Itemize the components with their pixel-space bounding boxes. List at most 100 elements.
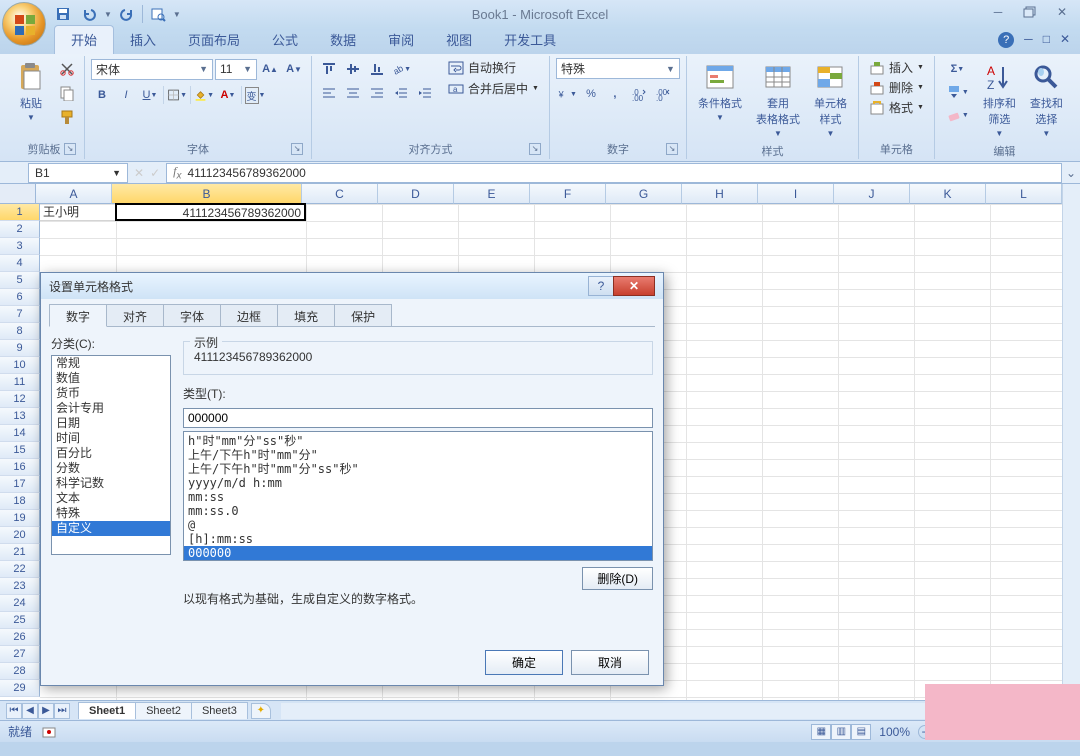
underline-button[interactable]: U▼ <box>139 84 161 106</box>
type-option[interactable]: 000000 <box>184 546 652 560</box>
align-bottom[interactable] <box>366 58 388 80</box>
percent-format[interactable]: % <box>580 83 602 105</box>
window-restore[interactable] <box>1018 3 1042 21</box>
row-header[interactable]: 19 <box>0 510 40 527</box>
row-header[interactable]: 11 <box>0 374 40 391</box>
category-item[interactable]: 常规 <box>52 356 170 371</box>
row-header[interactable]: 25 <box>0 612 40 629</box>
ribbon-tab-2[interactable]: 页面布局 <box>172 26 256 54</box>
format-painter-button[interactable] <box>56 106 78 128</box>
fill-color-button[interactable]: ▼ <box>193 84 215 106</box>
align-top[interactable] <box>318 58 340 80</box>
dialog-close[interactable]: ✕ <box>613 276 655 296</box>
doc-close[interactable]: ✕ <box>1060 32 1070 48</box>
qat-undo[interactable] <box>78 3 100 25</box>
format-cells[interactable]: 格式▼ <box>865 98 928 117</box>
row-header[interactable]: 27 <box>0 646 40 663</box>
row-header[interactable]: 14 <box>0 425 40 442</box>
type-option[interactable]: [h]:mm:ss <box>184 532 652 546</box>
column-header[interactable]: G <box>606 184 682 204</box>
column-header[interactable]: F <box>530 184 606 204</box>
ribbon-tab-3[interactable]: 公式 <box>256 26 314 54</box>
qat-save[interactable] <box>52 3 74 25</box>
delete-format-button[interactable]: 删除(D) <box>582 567 653 590</box>
qat-print-preview[interactable] <box>147 3 169 25</box>
doc-minimize[interactable]: ─ <box>1024 32 1033 48</box>
align-center[interactable] <box>342 82 364 104</box>
autosum[interactable]: Σ▼ <box>941 58 974 80</box>
font-color-button[interactable]: A▼ <box>217 84 239 106</box>
type-option[interactable]: h"时"mm"分"ss"秒" <box>184 434 652 448</box>
insert-cells[interactable]: 插入▼ <box>865 58 928 77</box>
row-header[interactable]: 22 <box>0 561 40 578</box>
column-header[interactable]: J <box>834 184 910 204</box>
formula-expand[interactable]: ⌄ <box>1062 166 1080 180</box>
view-page-break[interactable]: ▤ <box>851 724 871 740</box>
category-item[interactable]: 百分比 <box>52 446 170 461</box>
row-header[interactable]: 4 <box>0 255 40 272</box>
row-header[interactable]: 15 <box>0 442 40 459</box>
sheet-nav-first[interactable]: ⏮ <box>6 703 22 719</box>
doc-restore[interactable]: □ <box>1043 32 1050 48</box>
cancel-button[interactable]: 取消 <box>571 650 649 675</box>
view-normal[interactable]: ▦ <box>811 724 831 740</box>
font-name-combo[interactable]: 宋体▼ <box>91 59 213 80</box>
new-sheet-button[interactable]: ✦ <box>251 703 271 719</box>
dialog-tab[interactable]: 字体 <box>163 304 221 327</box>
category-item[interactable]: 特殊 <box>52 506 170 521</box>
row-header[interactable]: 1 <box>0 204 40 221</box>
comma-format[interactable]: , <box>604 83 626 105</box>
decrease-indent[interactable] <box>390 82 412 104</box>
row-header[interactable]: 21 <box>0 544 40 561</box>
dialog-tab[interactable]: 对齐 <box>106 304 164 327</box>
dialog-tab[interactable]: 边框 <box>220 304 278 327</box>
cut-button[interactable] <box>56 58 78 80</box>
column-header[interactable]: I <box>758 184 834 204</box>
category-list[interactable]: 常规数值货币会计专用日期时间百分比分数科学记数文本特殊自定义 <box>51 355 171 555</box>
decrease-font-button[interactable]: A▼ <box>283 58 305 80</box>
column-header[interactable]: K <box>910 184 986 204</box>
row-header[interactable]: 18 <box>0 493 40 510</box>
row-header[interactable]: 3 <box>0 238 40 255</box>
italic-button[interactable]: I <box>115 84 137 106</box>
find-select[interactable]: 查找和 选择▼ <box>1025 58 1068 141</box>
category-item[interactable]: 科学记数 <box>52 476 170 491</box>
type-option[interactable]: 上午/下午h"时"mm"分" <box>184 448 652 462</box>
clipboard-launcher[interactable]: ↘ <box>64 143 76 155</box>
delete-cells[interactable]: 删除▼ <box>865 78 928 97</box>
office-button[interactable] <box>2 2 46 46</box>
category-item[interactable]: 自定义 <box>52 521 170 536</box>
number-launcher[interactable]: ↘ <box>666 143 678 155</box>
category-item[interactable]: 数值 <box>52 371 170 386</box>
number-format-combo[interactable]: 特殊▼ <box>556 58 680 79</box>
row-header[interactable]: 9 <box>0 340 40 357</box>
column-header[interactable]: D <box>378 184 454 204</box>
formula-input[interactable]: fx411123456789362000 <box>166 163 1062 183</box>
ribbon-tab-0[interactable]: 开始 <box>54 25 114 54</box>
border-button[interactable]: ▼ <box>166 84 188 106</box>
row-header[interactable]: 17 <box>0 476 40 493</box>
row-header[interactable]: 2 <box>0 221 40 238</box>
orientation[interactable]: ab▼ <box>390 58 412 80</box>
clear[interactable]: ▼ <box>941 104 974 126</box>
increase-font-button[interactable]: A▲ <box>259 58 281 80</box>
font-launcher[interactable]: ↘ <box>291 143 303 155</box>
row-header[interactable]: 7 <box>0 306 40 323</box>
type-input[interactable] <box>183 408 653 428</box>
increase-indent[interactable] <box>414 82 436 104</box>
bold-button[interactable]: B <box>91 84 113 106</box>
dialog-tab[interactable]: 保护 <box>334 304 392 327</box>
dialog-titlebar[interactable]: 设置单元格格式 ? ✕ <box>41 273 663 299</box>
fx-enter-icon[interactable]: ✓ <box>150 166 160 180</box>
wrap-text[interactable]: 自动换行 <box>444 58 543 77</box>
sheet-tab[interactable]: Sheet1 <box>78 702 136 719</box>
sheet-nav-last[interactable]: ⏭ <box>54 703 70 719</box>
conditional-format[interactable]: 条件格式▼ <box>693 58 747 125</box>
row-header[interactable]: 26 <box>0 629 40 646</box>
select-all-button[interactable] <box>0 184 36 204</box>
category-item[interactable]: 分数 <box>52 461 170 476</box>
row-header[interactable]: 5 <box>0 272 40 289</box>
window-close[interactable]: ✕ <box>1050 3 1074 21</box>
copy-button[interactable] <box>56 82 78 104</box>
ribbon-tab-4[interactable]: 数据 <box>314 26 372 54</box>
